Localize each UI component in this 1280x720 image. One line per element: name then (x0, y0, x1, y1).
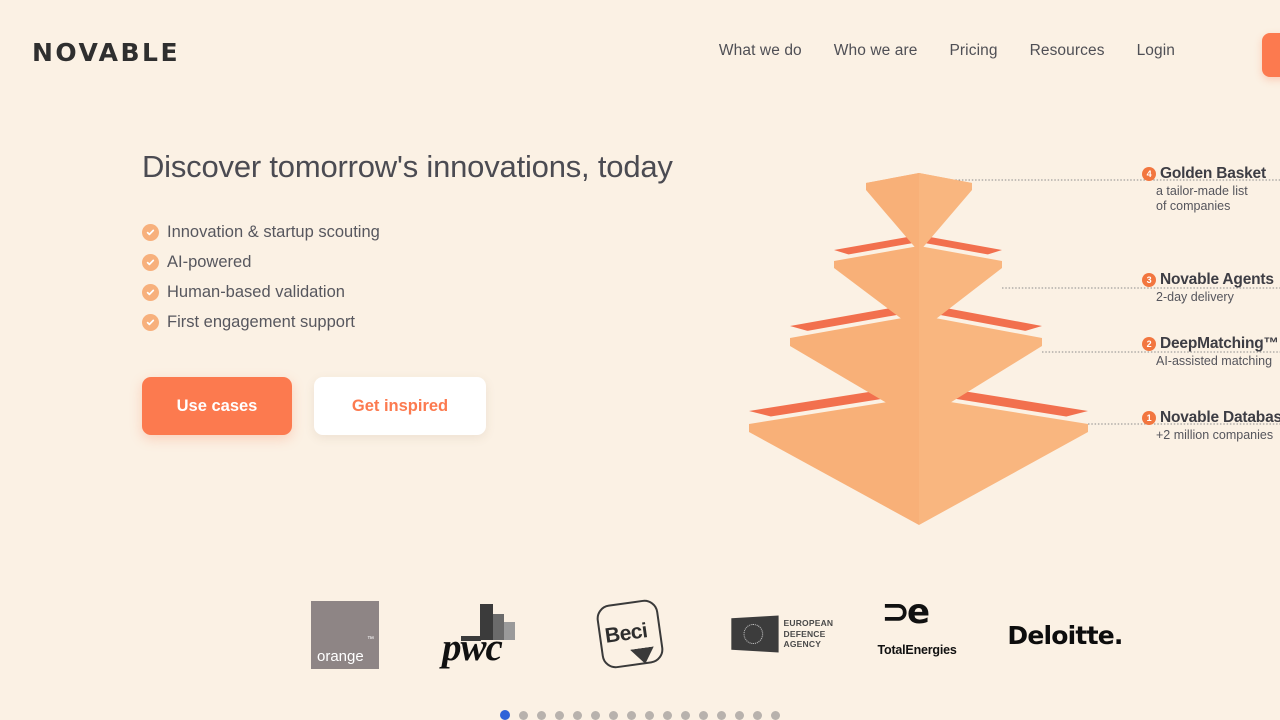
eda-logo-mark: EUROPEAN DEFENCE AGENCY (729, 609, 849, 659)
eda-line-2: DEFENCE (783, 628, 826, 639)
pyramid-label-subtitle-2: of companies (1156, 199, 1231, 213)
carousel-dot[interactable] (627, 710, 636, 720)
pyramid-label-title-row: 4 Golden Basket (1142, 165, 1266, 183)
partner-logo-deloitte: Deloitte. (1007, 618, 1123, 652)
feature-item: Innovation & startup scouting (142, 223, 702, 242)
carousel-dot[interactable] (717, 710, 726, 720)
partner-logo-orange: orange ™ (310, 600, 380, 670)
pwc-logo-label: pwc (442, 625, 503, 669)
hero-content: Discover tomorrow's innovations, today I… (142, 148, 702, 436)
orange-logo-mark: orange ™ (311, 601, 379, 669)
carousel-dot[interactable] (537, 710, 546, 720)
feature-item: Human-based validation (142, 283, 702, 302)
step-badge-2: 2 (1142, 337, 1156, 351)
pyramid-layer-4 (866, 173, 972, 252)
feature-label: Human-based validation (167, 283, 345, 302)
carousel-dot[interactable] (681, 710, 690, 720)
totalenergies-logo-label: TotalEnergies (877, 643, 957, 657)
pyramid-label-title-row: 2 DeepMatching™ (1142, 335, 1279, 353)
orange-logo-label: orange (317, 648, 364, 665)
deloitte-logo-label: Deloitte. (1007, 620, 1123, 650)
carousel-dot[interactable] (699, 710, 708, 720)
carousel-dot[interactable] (771, 710, 780, 720)
use-cases-button[interactable]: Use cases (142, 377, 292, 436)
totalenergies-symbol-icon: ⊃e (881, 592, 931, 632)
eda-logo-label: EUROPEAN DEFENCE AGENCY (784, 618, 834, 651)
carousel-dot[interactable] (753, 710, 762, 720)
beci-logo-mark: Beci (594, 597, 666, 671)
orange-trademark-symbol: ™ (367, 636, 374, 643)
landing-page: NOVABLE What we do Who we are Pricing Re… (0, 0, 1280, 720)
site-header: NOVABLE What we do Who we are Pricing Re… (0, 0, 1280, 100)
carousel-dot-active[interactable] (500, 710, 510, 720)
step-badge-3: 3 (1142, 273, 1156, 287)
feature-label: AI-powered (167, 253, 252, 272)
pyramid-label-subtitle: a tailor-made list (1156, 184, 1248, 198)
pyramid-label-deepmatching: 2 DeepMatching™ AI-assisted matching (1142, 335, 1279, 368)
partner-logo-beci: Beci (594, 597, 666, 671)
header-cta-button[interactable] (1262, 33, 1280, 77)
pyramid-label-title-row: 1 Novable Database (1142, 409, 1280, 427)
pyramid-label-novable-agents: 3 Novable Agents 2-day delivery (1142, 271, 1274, 304)
pyramid-label-title: Golden Basket (1160, 165, 1266, 182)
eu-stars-icon (743, 623, 763, 645)
pyramid-label-title: Novable Database (1160, 409, 1280, 426)
carousel-dot[interactable] (735, 710, 744, 720)
nav-item-who-we-are[interactable]: Who we are (834, 42, 918, 60)
cta-row: Use cases Get inspired (142, 377, 702, 436)
nav-item-pricing[interactable]: Pricing (949, 42, 997, 60)
eda-line-1: EUROPEAN (783, 617, 834, 628)
check-circle-icon (142, 284, 159, 302)
carousel-dot[interactable] (663, 710, 672, 720)
totalenergies-logo-mark: ⊃e TotalEnergies (878, 595, 960, 661)
get-inspired-button[interactable]: Get inspired (314, 377, 486, 436)
brand-logo[interactable]: NOVABLE (32, 38, 180, 67)
check-circle-icon (142, 224, 159, 242)
pyramid-label-novable-database: 1 Novable Database +2 million companies (1142, 409, 1280, 442)
page-title: Discover tomorrow's innovations, today (142, 149, 673, 184)
carousel-dot[interactable] (609, 710, 618, 720)
pyramid-label-title-row: 3 Novable Agents (1142, 271, 1274, 289)
main-navigation: What we do Who we are Pricing Resources … (719, 42, 1175, 60)
feature-label: First engagement support (167, 313, 356, 332)
partner-logo-european-defence-agency: EUROPEAN DEFENCE AGENCY (726, 608, 851, 660)
pyramid-label-title: DeepMatching™ (1160, 335, 1279, 352)
feature-list: Innovation & startup scouting AI-powered… (142, 223, 702, 332)
check-circle-icon (142, 254, 159, 272)
partner-logo-totalenergies: ⊃e TotalEnergies (876, 594, 961, 662)
pyramid-label-subtitle: AI-assisted matching (1156, 354, 1273, 368)
carousel-dot[interactable] (519, 710, 528, 720)
pyramid-label-golden-basket: 4 Golden Basket a tailor-made list of co… (1142, 165, 1266, 213)
feature-item: AI-powered (142, 253, 702, 272)
feature-label: Innovation & startup scouting (167, 223, 380, 242)
partner-logo-pwc: pwc (440, 598, 540, 673)
carousel-dot[interactable] (591, 710, 600, 720)
pwc-bar-3 (504, 621, 515, 640)
pyramid-diagram: 4 Golden Basket a tailor-made list of co… (690, 140, 1280, 550)
partner-logo-strip: orange ™ pwc Beci EUROPEAN DEFENCE AGENC… (0, 580, 1280, 690)
nav-item-resources[interactable]: Resources (1030, 42, 1105, 60)
eda-line-3: AGENCY (783, 639, 822, 650)
check-circle-icon (142, 314, 159, 332)
pyramid-label-title: Novable Agents (1160, 271, 1274, 288)
carousel-dot[interactable] (573, 710, 582, 720)
nav-item-what-we-do[interactable]: What we do (719, 42, 802, 60)
step-badge-4: 4 (1142, 167, 1156, 181)
pyramid-label-subtitle: 2-day delivery (1156, 290, 1234, 304)
step-badge-1: 1 (1142, 411, 1156, 425)
pwc-logo-mark: pwc (442, 600, 538, 672)
carousel-dot[interactable] (555, 710, 564, 720)
carousel-dot[interactable] (645, 710, 654, 720)
pyramid-label-subtitle: +2 million companies (1156, 428, 1274, 442)
carousel-pagination[interactable] (0, 710, 1280, 720)
eu-flag-icon (730, 615, 779, 653)
nav-item-login[interactable]: Login (1137, 42, 1175, 60)
feature-item: First engagement support (142, 313, 702, 332)
